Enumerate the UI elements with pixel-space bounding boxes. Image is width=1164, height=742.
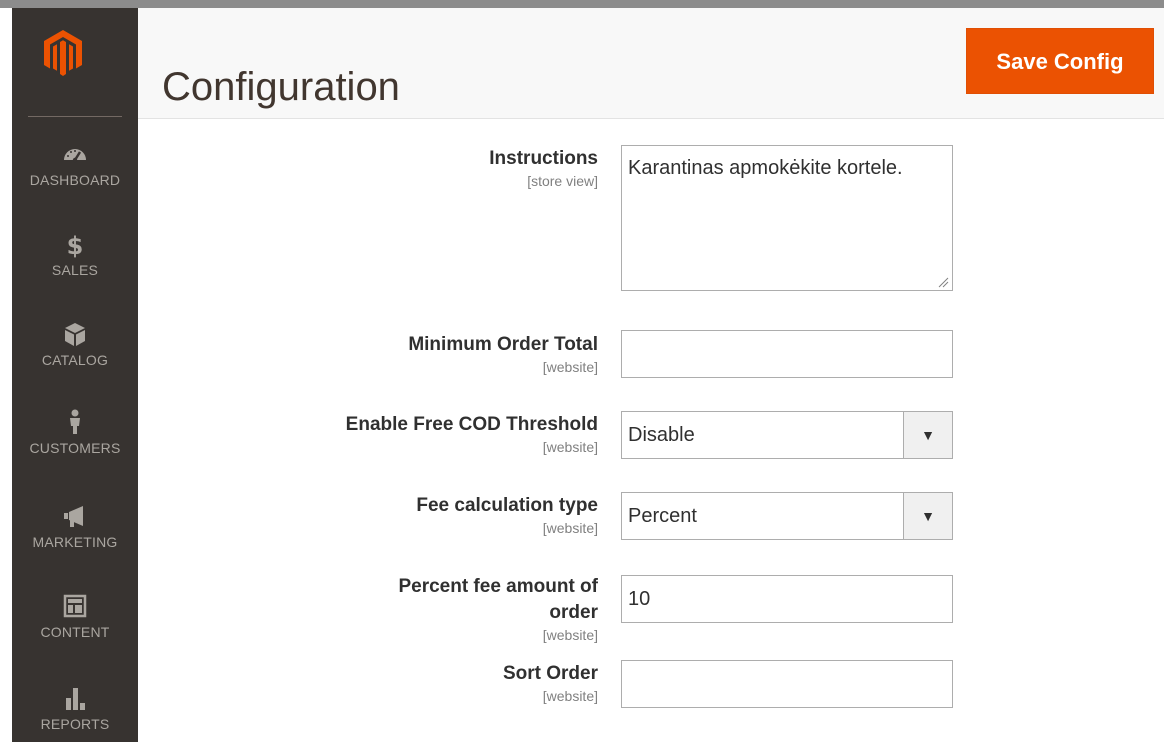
fee-calc-type-value: Percent [628,505,697,527]
nav-item-content[interactable]: CONTENT [12,592,138,640]
bar-chart-icon [61,684,89,712]
free-cod-threshold-select[interactable]: Disable ▼ [621,411,953,459]
save-config-button[interactable]: Save Config [966,28,1154,94]
nav-item-sales[interactable]: $ SALES [12,230,138,278]
svg-text:$: $ [67,232,84,258]
sort-order-label: Sort Order [502,663,598,684]
min-order-total-input[interactable] [621,330,953,378]
left-edge [0,8,12,742]
free-cod-threshold-scope: [website] [542,439,598,455]
free-cod-threshold-value: Disable [628,424,695,446]
nav-item-reports[interactable]: REPORTS [12,684,138,732]
nav-label-reports: REPORTS [40,716,110,732]
nav-label-dashboard: DASHBOARD [29,172,121,188]
free-cod-threshold-label-group: Enable Free COD Threshold [website] [298,412,598,456]
dashboard-gauge-icon [61,140,89,168]
fee-calc-type-label: Fee calculation type [416,495,598,516]
nav-item-marketing[interactable]: MARKETING [12,502,138,550]
percent-fee-label-line2: order [549,602,598,623]
nav-label-sales: SALES [51,262,99,278]
instructions-scope: [store view] [527,173,598,189]
min-order-total-label: Minimum Order Total [408,334,598,355]
nav-item-dashboard[interactable]: DASHBOARD [12,140,138,188]
nav-label-customers: CUSTOMERS [29,440,121,456]
instructions-label: Instructions [489,148,598,169]
sort-order-input[interactable] [621,660,953,708]
megaphone-icon [61,502,89,530]
dollar-icon: $ [61,230,89,258]
nav-label-content: CONTENT [40,624,110,640]
sort-order-scope: [website] [542,688,598,704]
box-icon [61,320,89,348]
nav-item-customers[interactable]: CUSTOMERS [12,408,138,456]
magento-admin-page: DASHBOARD $ SALES CATALOG CUSTOMERS MARK… [0,0,1164,742]
page-header: Configuration Save Config [138,8,1164,119]
min-order-total-label-group: Minimum Order Total [website] [298,332,598,376]
magento-logo-icon[interactable] [42,28,84,78]
fee-calc-type-scope: [website] [542,520,598,536]
nav-label-marketing: MARKETING [32,534,118,550]
person-icon [61,408,89,436]
page-title: Configuration [162,64,400,109]
nav-label-catalog: CATALOG [41,352,109,368]
fee-calc-type-label-group: Fee calculation type [website] [298,493,598,537]
free-cod-threshold-label: Enable Free COD Threshold [345,414,598,435]
instructions-textarea[interactable]: Karantinas apmokėkite kortele. [621,145,953,291]
percent-fee-label-group: Percent fee amount of order [website] [298,574,598,644]
window-top-border [0,0,1164,8]
sidebar-divider [28,116,122,117]
chevron-down-icon[interactable]: ▼ [903,412,952,458]
percent-fee-label-line1: Percent fee amount of [398,576,598,597]
min-order-total-scope: [website] [542,359,598,375]
admin-sidebar: DASHBOARD $ SALES CATALOG CUSTOMERS MARK… [12,8,138,742]
chevron-down-icon[interactable]: ▼ [903,493,952,539]
fee-calc-type-select[interactable]: Percent ▼ [621,492,953,540]
percent-fee-scope: [website] [542,627,598,643]
layout-icon [61,592,89,620]
nav-item-catalog[interactable]: CATALOG [12,320,138,368]
instructions-label-group: Instructions [store view] [298,146,598,190]
percent-fee-input[interactable] [621,575,953,623]
sort-order-label-group: Sort Order [website] [298,661,598,705]
resize-grip-icon[interactable] [937,276,949,288]
